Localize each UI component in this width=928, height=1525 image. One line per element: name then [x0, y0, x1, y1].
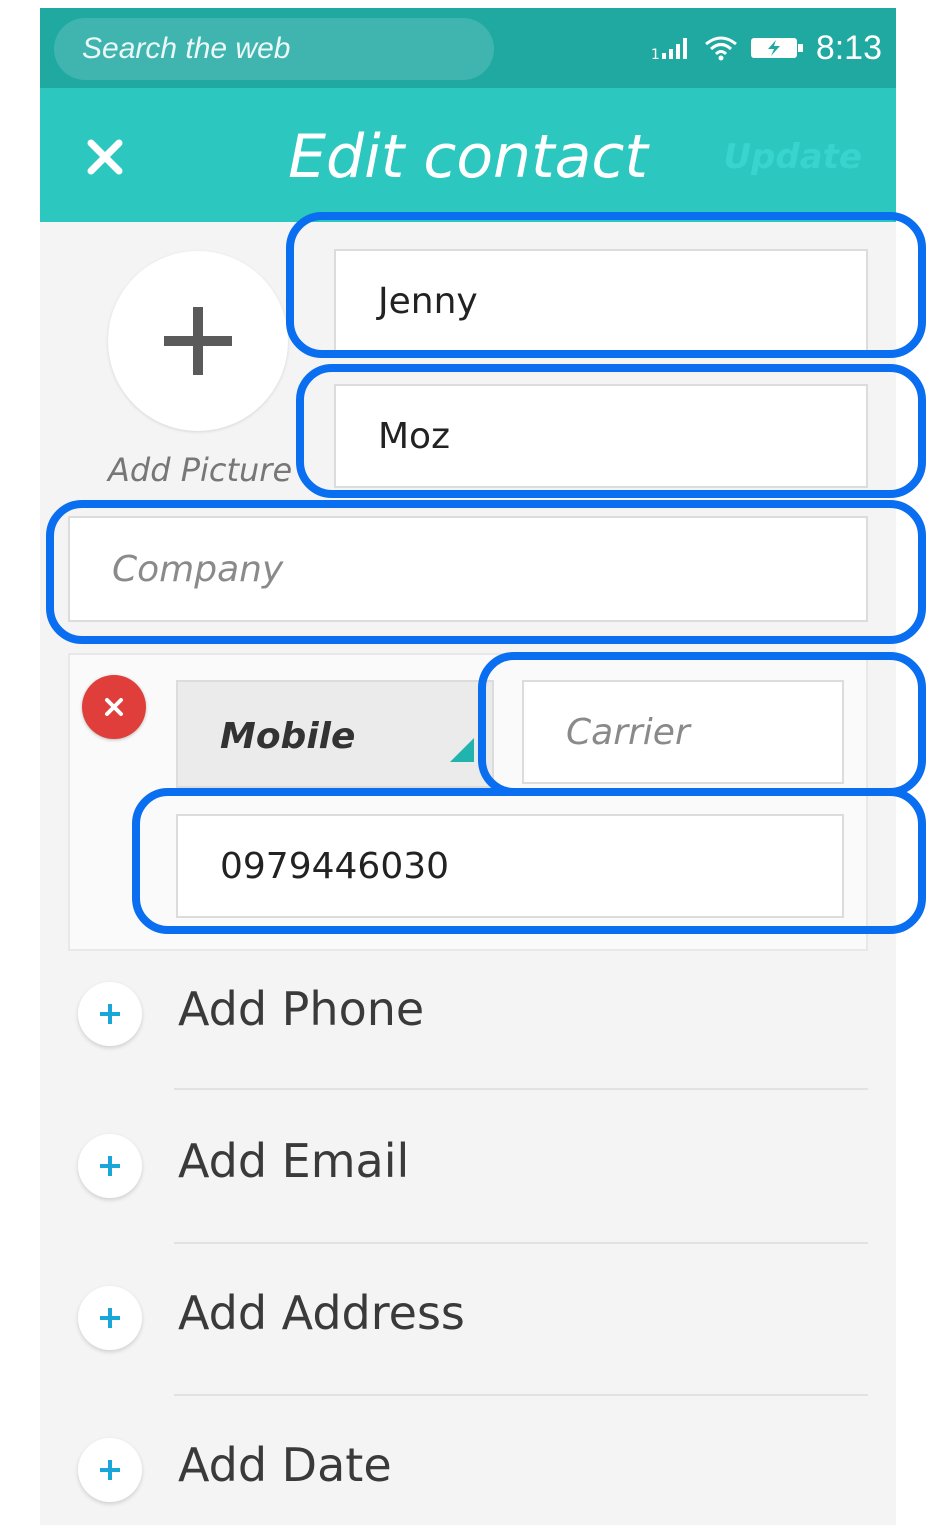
search-bar[interactable]: Search the web: [54, 18, 494, 80]
add-address-label: Add Address: [178, 1286, 465, 1340]
clock: 8:13: [815, 28, 882, 67]
add-date-button[interactable]: [78, 1438, 142, 1502]
last-name-field[interactable]: Moz: [334, 384, 868, 488]
phone-number-value: 0979446030: [220, 845, 450, 887]
plus-icon: [100, 1460, 120, 1480]
sim-number: 1: [650, 47, 660, 63]
app-header: Edit contact Update: [40, 88, 896, 222]
add-phone-row[interactable]: Add Phone: [40, 938, 896, 1090]
last-name-value: Moz: [378, 415, 450, 457]
add-email-label: Add Email: [178, 1134, 410, 1188]
battery-charging-icon: [750, 38, 803, 58]
add-address-button[interactable]: [78, 1286, 142, 1350]
phone-type-value: Mobile: [220, 716, 356, 757]
search-placeholder: Search the web: [82, 32, 291, 65]
carrier-field[interactable]: Carrier: [522, 680, 844, 784]
phone-type-select[interactable]: Mobile: [176, 680, 494, 788]
add-email-button[interactable]: [78, 1134, 142, 1198]
plus-icon: [100, 1156, 120, 1176]
wifi-icon: [704, 36, 737, 61]
first-name-field[interactable]: Jenny: [334, 249, 868, 353]
contact-edit-screen: Search the web 1 8:13 Edit contact Updat…: [40, 8, 896, 1525]
plus-icon: [100, 1308, 120, 1328]
company-placeholder: Company: [112, 548, 284, 590]
signal-icon: [661, 38, 687, 59]
remove-phone-button[interactable]: [82, 675, 146, 739]
dropdown-corner-icon: [450, 738, 474, 762]
add-phone-button[interactable]: [78, 982, 142, 1046]
add-address-row[interactable]: Add Address: [40, 1244, 896, 1396]
add-phone-label: Add Phone: [178, 982, 425, 1036]
add-email-row[interactable]: Add Email: [40, 1090, 896, 1242]
first-name-value: Jenny: [378, 280, 478, 322]
add-picture-label: Add Picture: [108, 451, 293, 489]
carrier-placeholder: Carrier: [566, 711, 690, 753]
company-field[interactable]: Company: [68, 516, 868, 622]
close-icon: [105, 698, 123, 716]
add-picture-button[interactable]: [108, 251, 288, 431]
add-date-label: Add Date: [178, 1438, 392, 1492]
status-bar: Search the web 1 8:13: [40, 8, 896, 88]
status-indicators: 1 8:13: [651, 8, 882, 88]
update-button[interactable]: Update: [723, 88, 862, 222]
add-date-row[interactable]: Add Date: [40, 1396, 896, 1525]
phone-number-field[interactable]: 0979446030: [176, 814, 844, 918]
plus-icon: [164, 307, 232, 375]
plus-icon: [100, 1004, 120, 1024]
